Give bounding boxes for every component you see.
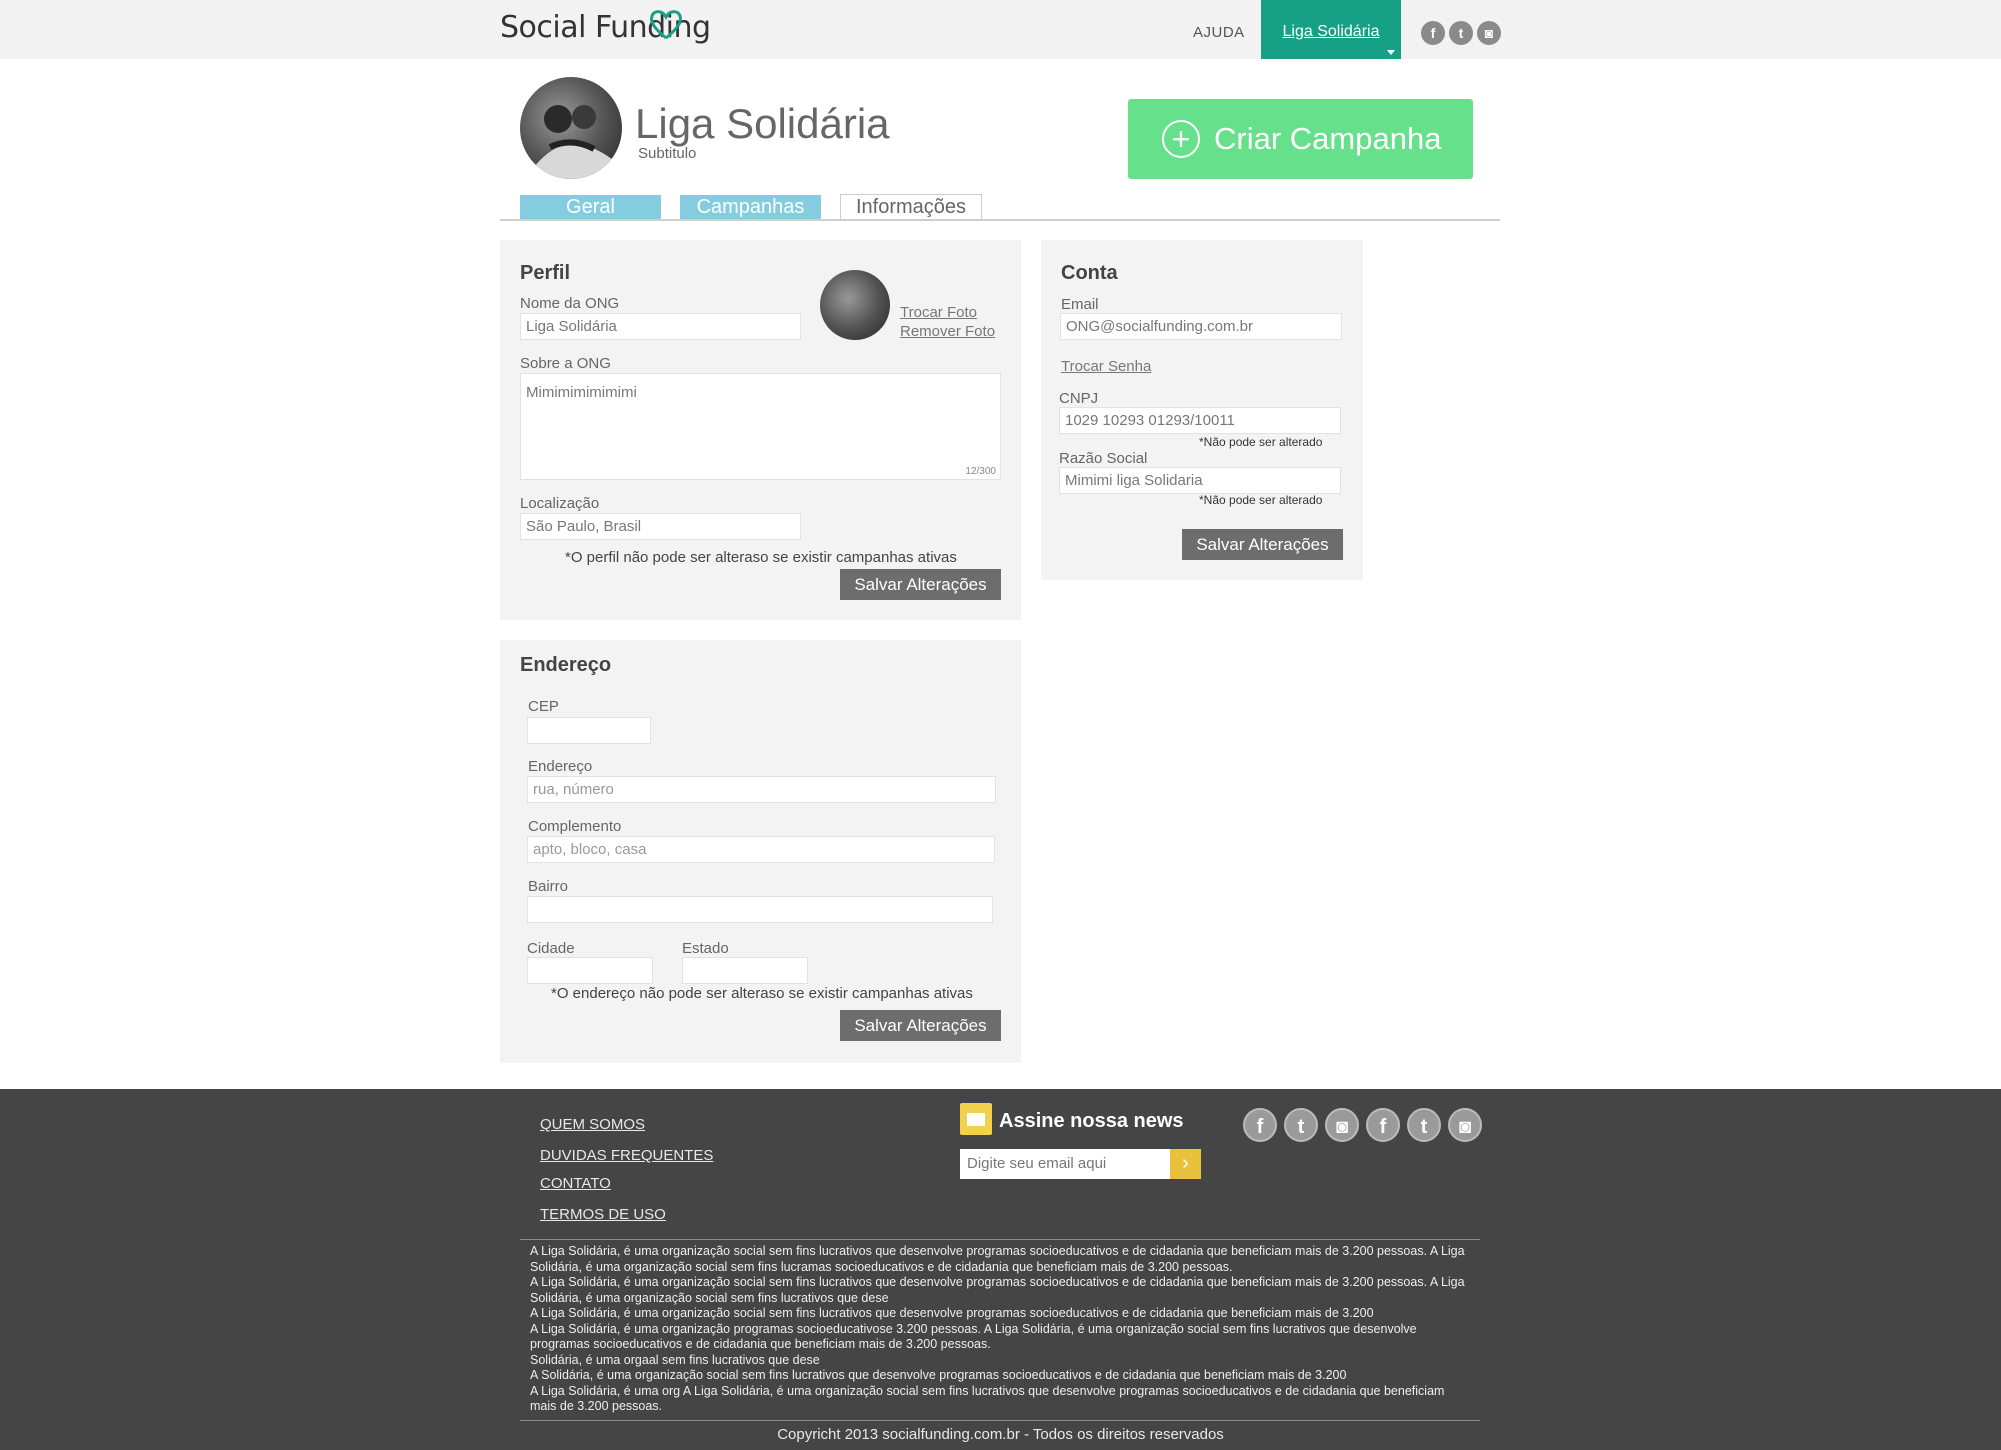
footer-divider-bottom — [520, 1420, 1480, 1421]
cnpj-label: CNPJ — [1059, 390, 1099, 407]
newsletter-envelope-icon — [960, 1103, 992, 1135]
about-label: Sobre a ONG — [520, 355, 611, 372]
bairro-label: Bairro — [528, 878, 569, 895]
cnpj-input: 1029 10293 01293/10011 — [1059, 407, 1341, 434]
address-label: Endereço — [528, 758, 593, 775]
instagram-icon[interactable]: ◙ — [1448, 1108, 1482, 1142]
top-navbar: Social Funding AJUDA Liga Solidária f t … — [0, 0, 2001, 59]
org-name-input[interactable]: Liga Solidária — [520, 313, 801, 340]
nav-account-label: Liga Solidária — [1282, 23, 1380, 40]
newsletter-email-input[interactable]: Digite seu email aqui — [960, 1149, 1170, 1179]
perfil-panel: Perfil Nome da ONG Liga Solidária Trocar… — [500, 240, 1021, 620]
cep-label: CEP — [528, 698, 559, 715]
razao-social-input: Mimimi liga Solidaria — [1059, 467, 1341, 494]
tab-informacoes[interactable]: Informações — [840, 194, 982, 220]
perfil-photo — [820, 270, 890, 340]
footer-link-termos[interactable]: TERMOS DE USO — [540, 1206, 666, 1223]
endereco-save-button[interactable]: Salvar Alterações — [840, 1010, 1001, 1041]
page: Social Funding AJUDA Liga Solidária f t … — [0, 0, 2001, 1450]
copyright-text: Copyricht 2013 socialfunding.com.br - To… — [777, 1426, 1224, 1443]
about-textarea[interactable]: Mimimimimimimi 12/300 — [520, 373, 1001, 480]
logo[interactable]: Social Funding — [500, 10, 711, 45]
newsletter-submit-button[interactable]: › — [1170, 1149, 1201, 1179]
cep-input[interactable] — [527, 717, 651, 744]
about-text: Mimimimimimimi — [526, 384, 637, 401]
footer-link-duvidas[interactable]: DUVIDAS FREQUENTES — [540, 1147, 713, 1164]
cnpj-note: *Não pode ser alterado — [1199, 435, 1323, 449]
endereco-title: Endereço — [520, 654, 612, 676]
perfil-save-button[interactable]: Salvar Alterações — [840, 569, 1001, 600]
footer-link-quem-somos[interactable]: QUEM SOMOS — [540, 1116, 645, 1133]
footer-about-line: A Solidária, é uma organização social se… — [530, 1368, 1347, 1382]
caret-down-icon — [1387, 50, 1395, 55]
remove-photo-link[interactable]: Remover Foto — [900, 323, 995, 340]
bairro-input[interactable] — [527, 896, 993, 923]
change-password-link[interactable]: Trocar Senha — [1061, 358, 1151, 375]
tab-campanhas[interactable]: Campanhas — [680, 195, 821, 219]
heart-logo-icon — [650, 10, 682, 40]
org-subtitle: Subtitulo — [638, 145, 697, 162]
facebook-icon[interactable]: f — [1366, 1108, 1400, 1142]
state-input[interactable] — [682, 957, 808, 984]
change-photo-link[interactable]: Trocar Foto — [900, 304, 977, 321]
perfil-title: Perfil — [520, 262, 571, 284]
header-social-links: f t ◙ — [1421, 21, 1501, 45]
location-input[interactable]: São Paulo, Brasil — [520, 513, 801, 540]
instagram-icon[interactable]: ◙ — [1477, 21, 1501, 45]
facebook-icon[interactable]: f — [1243, 1108, 1277, 1142]
email-input[interactable]: ONG@socialfunding.com.br — [1060, 313, 1342, 340]
profile-avatar — [520, 77, 622, 179]
twitter-icon[interactable]: t — [1449, 21, 1473, 45]
create-campaign-button[interactable]: + Criar Campanha — [1128, 99, 1473, 179]
tab-geral[interactable]: Geral — [520, 195, 661, 219]
plus-circle-icon: + — [1162, 120, 1200, 158]
complement-label: Complemento — [528, 818, 622, 835]
nav-help-link[interactable]: AJUDA — [1193, 24, 1245, 41]
instagram-icon[interactable]: ◙ — [1325, 1108, 1359, 1142]
razao-social-label: Razão Social — [1059, 450, 1148, 467]
complement-input[interactable]: apto, bloco, casa — [527, 836, 995, 863]
conta-save-button[interactable]: Salvar Alterações — [1182, 529, 1343, 560]
tabs-divider — [500, 219, 1500, 221]
nav-account-menu[interactable]: Liga Solidária — [1261, 0, 1401, 59]
footer-about-line: A Liga Solidária, é uma organização prog… — [530, 1321, 1417, 1352]
footer-about-line: A Liga Solidária, é uma organização soci… — [530, 1244, 1465, 1274]
org-name-title: Liga Solidária — [635, 100, 890, 147]
email-label: Email — [1061, 296, 1099, 313]
footer-link-contato[interactable]: CONTATO — [540, 1175, 611, 1192]
footer-about-line: A Liga Solidária, é uma organização soci… — [530, 1275, 1465, 1305]
city-label: Cidade — [527, 940, 575, 957]
footer-social-links: f t ◙ f t ◙ — [1243, 1108, 1482, 1142]
footer-about-line: Solidária, é uma orgaal sem fins lucrati… — [530, 1352, 820, 1367]
twitter-icon[interactable]: t — [1407, 1108, 1441, 1142]
city-input[interactable] — [527, 957, 653, 984]
conta-panel: Conta Email ONG@socialfunding.com.br Tro… — [1041, 240, 1363, 580]
state-label: Estado — [682, 940, 729, 957]
perfil-note: *O perfil não pode ser alteraso se exist… — [565, 549, 957, 566]
create-campaign-label: Criar Campanha — [1214, 121, 1442, 156]
footer: QUEM SOMOS DUVIDAS FREQUENTES CONTATO TE… — [0, 1089, 2001, 1450]
about-char-counter: 12/300 — [965, 466, 996, 477]
footer-about-line: A Liga Solidária, é uma organização soci… — [530, 1306, 1374, 1320]
endereco-note: *O endereço não pode ser alteraso se exi… — [551, 985, 973, 1002]
facebook-icon[interactable]: f — [1421, 21, 1445, 45]
conta-title: Conta — [1061, 262, 1118, 284]
location-label: Localização — [520, 495, 600, 512]
endereco-panel: Endereço CEP Endereço rua, número Comple… — [500, 640, 1021, 1063]
footer-about-text: A Liga Solidária, é uma organização soci… — [530, 1244, 1470, 1415]
razao-social-note: *Não pode ser alterado — [1199, 493, 1323, 507]
footer-about-line: A Liga Solidária, é uma org A Liga Solid… — [530, 1383, 1445, 1414]
avatar-photo-icon — [520, 105, 620, 179]
newsletter-title: Assine nossa news — [999, 1110, 1184, 1132]
twitter-icon[interactable]: t — [1284, 1108, 1318, 1142]
footer-divider-top — [520, 1239, 1480, 1240]
address-input[interactable]: rua, número — [527, 776, 996, 803]
org-name-label: Nome da ONG — [520, 295, 620, 312]
